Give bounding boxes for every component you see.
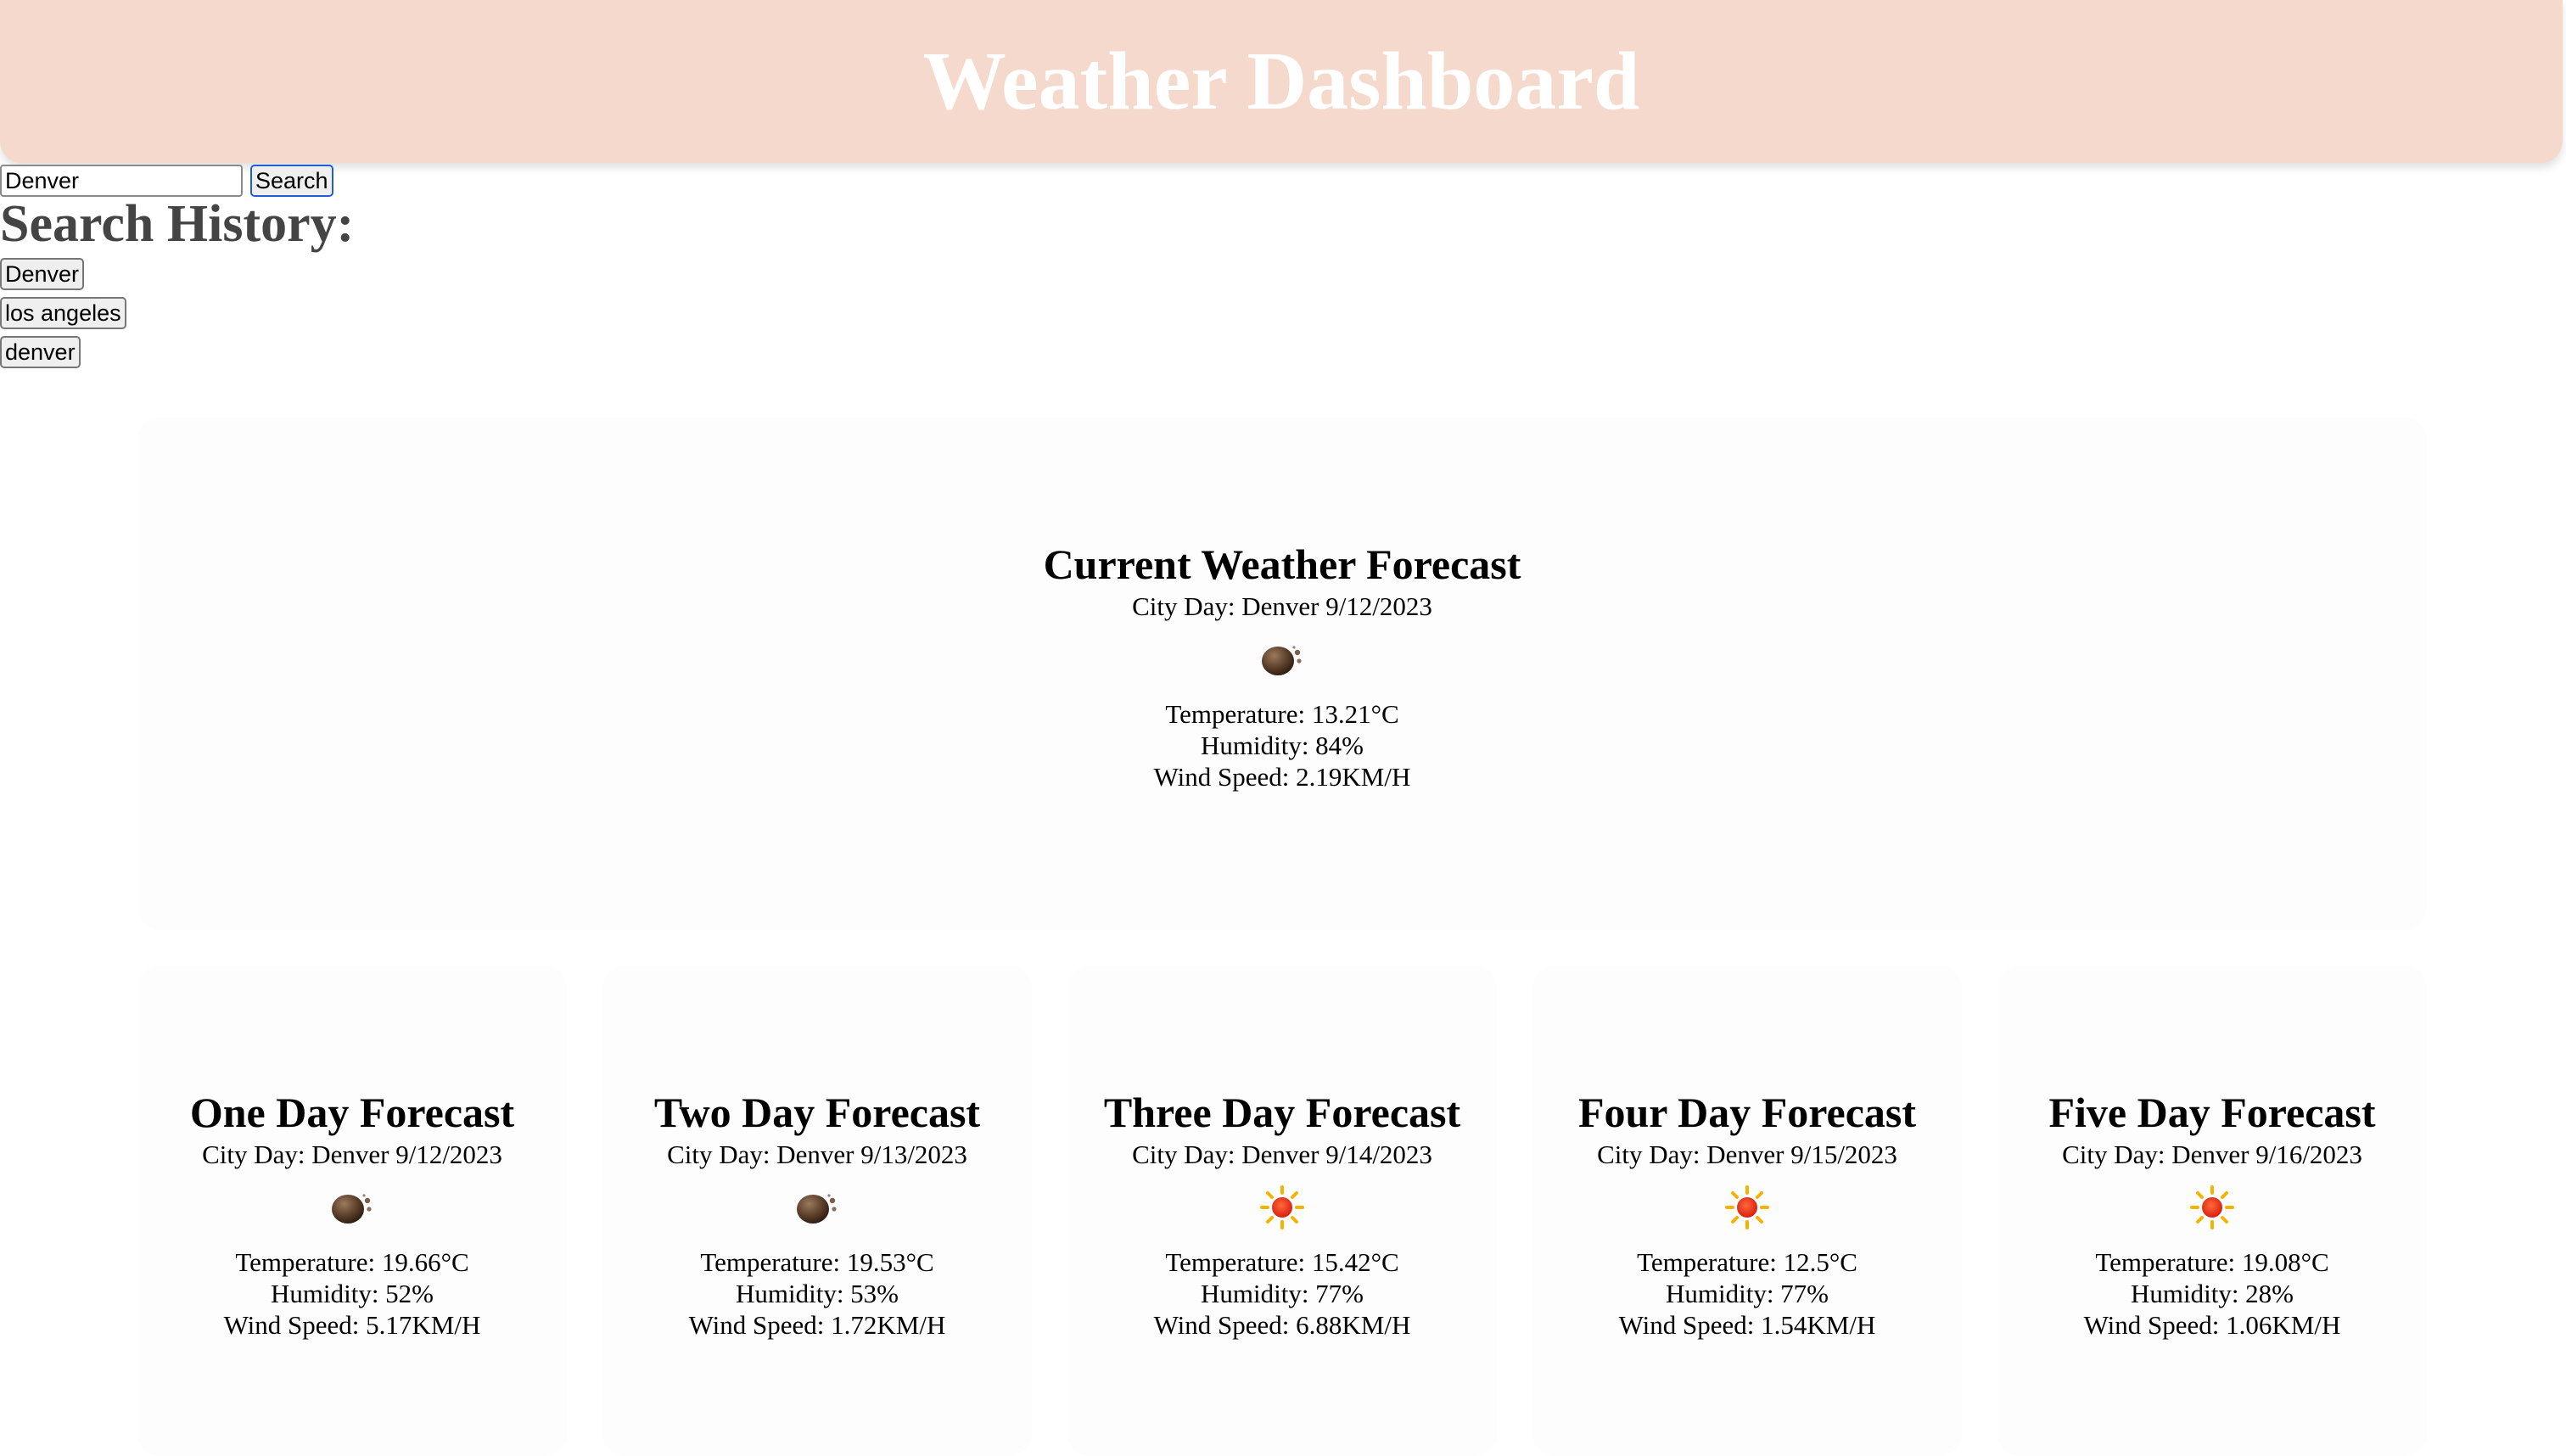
search-bar: Search xyxy=(0,164,333,198)
sun-icon xyxy=(1067,1184,1497,1231)
history-item-button[interactable]: denver xyxy=(0,336,81,368)
sun-icon xyxy=(1532,1184,1962,1231)
page-header: Weather Dashboard xyxy=(0,0,2563,163)
search-history-title: Search History: xyxy=(0,195,355,253)
city-day: City Day: Denver 9/16/2023 xyxy=(2062,1140,2362,1169)
forecast-card: Two Day Forecast City Day: Denver 9/13/2… xyxy=(602,966,1032,1456)
city-day: City Day: Denver 9/14/2023 xyxy=(1132,1140,1432,1169)
night-cloud-icon xyxy=(602,1184,1032,1231)
temperature: Temperature: 19.66°C xyxy=(235,1247,469,1277)
temperature: Temperature: 15.42°C xyxy=(1165,1247,1399,1277)
page-title: Weather Dashboard xyxy=(922,36,1640,127)
card-title: Two Day Forecast xyxy=(653,1089,981,1136)
forecast-card: One Day Forecast City Day: Denver 9/12/2… xyxy=(137,966,567,1456)
forecast-card: Four Day Forecast City Day: Denver 9/15/… xyxy=(1532,966,1962,1456)
forecast-card: Five Day Forecast City Day: Denver 9/16/… xyxy=(1997,966,2427,1456)
night-cloud-icon xyxy=(137,636,2427,683)
wind-speed: Wind Speed: 1.06KM/H xyxy=(2083,1310,2341,1340)
humidity: Humidity: 77% xyxy=(1200,1279,1364,1308)
humidity: Humidity: 84% xyxy=(1200,731,1364,760)
city-day: City Day: Denver 9/12/2023 xyxy=(202,1140,502,1169)
forecast-row: One Day Forecast City Day: Denver 9/12/2… xyxy=(137,966,2427,1456)
wind-speed: Wind Speed: 5.17KM/H xyxy=(223,1310,481,1340)
wind-speed: Wind Speed: 6.88KM/H xyxy=(1153,1310,1411,1340)
current-weather-card: Current Weather Forecast City Day: Denve… xyxy=(137,417,2427,930)
humidity: Humidity: 28% xyxy=(2130,1279,2294,1308)
night-cloud-icon xyxy=(137,1184,567,1231)
humidity: Humidity: 77% xyxy=(1665,1279,1829,1308)
city-day: City Day: Denver 9/13/2023 xyxy=(667,1140,967,1169)
temperature: Temperature: 12.5°C xyxy=(1637,1247,1857,1277)
wind-speed: Wind Speed: 1.72KM/H xyxy=(688,1310,946,1340)
humidity: Humidity: 53% xyxy=(735,1279,899,1308)
history-item-button[interactable]: los angeles xyxy=(0,297,126,329)
sun-icon xyxy=(1997,1184,2427,1231)
card-title: Five Day Forecast xyxy=(2048,1089,2376,1136)
wind-speed: Wind Speed: 2.19KM/H xyxy=(1153,762,1411,792)
city-search-input[interactable] xyxy=(0,165,243,197)
history-item-button[interactable]: Denver xyxy=(0,258,85,290)
wind-speed: Wind Speed: 1.54KM/H xyxy=(1618,1310,1876,1340)
temperature: Temperature: 19.08°C xyxy=(2095,1247,2329,1277)
temperature: Temperature: 13.21°C xyxy=(1165,699,1399,729)
search-history-list: Denver los angeles denver xyxy=(0,258,126,375)
temperature: Temperature: 19.53°C xyxy=(700,1247,934,1277)
card-title: Three Day Forecast xyxy=(1103,1089,1461,1136)
card-title: One Day Forecast xyxy=(189,1089,515,1136)
forecast-card: Three Day Forecast City Day: Denver 9/14… xyxy=(1067,966,1497,1456)
humidity: Humidity: 52% xyxy=(270,1279,434,1308)
search-button[interactable]: Search xyxy=(250,165,333,197)
card-title: Current Weather Forecast xyxy=(1043,540,1521,588)
city-day: City Day: Denver 9/12/2023 xyxy=(1132,591,1432,621)
city-day: City Day: Denver 9/15/2023 xyxy=(1597,1140,1897,1169)
card-title: Four Day Forecast xyxy=(1577,1089,1917,1136)
